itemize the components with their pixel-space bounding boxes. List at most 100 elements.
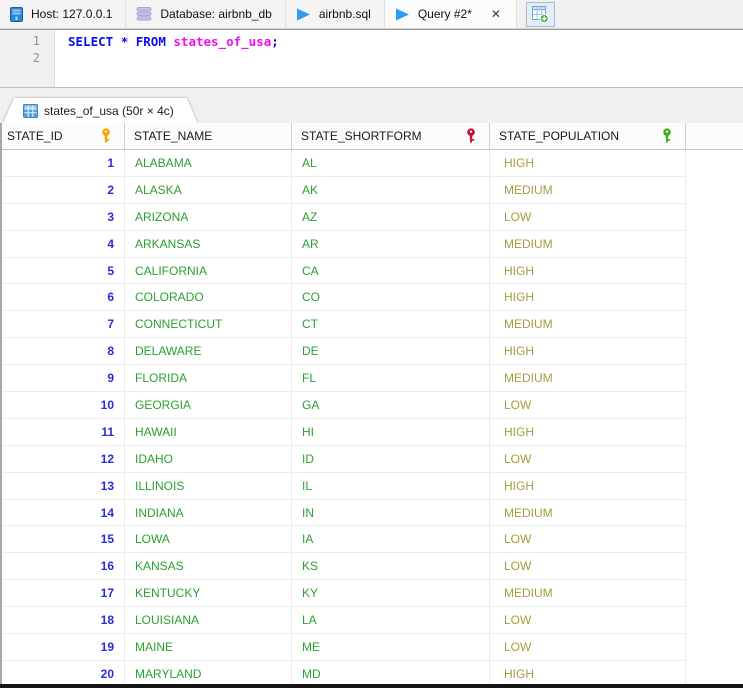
cell-state_name[interactable]: ARIZONA bbox=[125, 203, 292, 231]
cell-state_population[interactable]: LOW bbox=[490, 607, 686, 635]
cell-state_name[interactable]: CONNECTICUT bbox=[125, 311, 292, 339]
cell-state_population[interactable]: HIGH bbox=[490, 257, 686, 285]
cell-state_id[interactable]: 13 bbox=[2, 472, 125, 500]
cell-state_id[interactable]: 4 bbox=[2, 230, 125, 258]
cell-state_population[interactable]: MEDIUM bbox=[490, 365, 686, 393]
cell-state_id[interactable]: 10 bbox=[2, 392, 125, 419]
cell-state_id[interactable]: 18 bbox=[2, 607, 125, 635]
cell-state_population[interactable]: LOW bbox=[490, 203, 686, 231]
tab-query-2[interactable]: Query #2* ✕ bbox=[384, 0, 517, 28]
cell-state_id[interactable]: 11 bbox=[2, 418, 125, 446]
cell-state_name[interactable]: LOWA bbox=[125, 526, 292, 554]
cell-state_shortform[interactable]: ID bbox=[292, 445, 490, 473]
cell-state_shortform[interactable]: KY bbox=[292, 580, 490, 608]
cell-state_name[interactable]: KANSAS bbox=[125, 553, 292, 581]
cell-state_name[interactable]: GEORGIA bbox=[125, 392, 292, 419]
cell-state_shortform[interactable]: CO bbox=[292, 284, 490, 312]
table-row[interactable]: 5 CALIFORNIA CA HIGH bbox=[2, 257, 743, 285]
cell-state_id[interactable]: 9 bbox=[2, 365, 125, 393]
close-icon[interactable]: ✕ bbox=[489, 6, 503, 22]
table-row[interactable]: 12 IDAHO ID LOW bbox=[2, 445, 743, 473]
cell-state_population[interactable]: HIGH bbox=[490, 338, 686, 366]
cell-state_population[interactable]: HIGH bbox=[490, 150, 686, 177]
cell-state_population[interactable]: MEDIUM bbox=[490, 580, 686, 608]
cell-state_population[interactable]: LOW bbox=[490, 392, 686, 419]
table-row[interactable]: 11 HAWAII HI HIGH bbox=[2, 418, 743, 446]
cell-state_name[interactable]: ALABAMA bbox=[125, 150, 292, 177]
cell-state_shortform[interactable]: IL bbox=[292, 472, 490, 500]
table-row[interactable]: 19 MAINE ME LOW bbox=[2, 634, 743, 661]
tab-database[interactable]: Database: airbnb_db bbox=[126, 0, 286, 28]
cell-state_name[interactable]: ALASKA bbox=[125, 176, 292, 204]
cell-state_id[interactable]: 5 bbox=[2, 257, 125, 285]
cell-state_name[interactable]: INDIANA bbox=[125, 499, 292, 527]
cell-state_name[interactable]: COLORADO bbox=[125, 284, 292, 312]
cell-state_name[interactable]: LOUISIANA bbox=[125, 607, 292, 635]
cell-state_shortform[interactable]: DE bbox=[292, 338, 490, 366]
cell-state_shortform[interactable]: AL bbox=[292, 150, 490, 177]
cell-state_population[interactable]: LOW bbox=[490, 553, 686, 581]
new-query-tab-button[interactable] bbox=[525, 2, 555, 27]
table-row[interactable]: 16 KANSAS KS LOW bbox=[2, 553, 743, 581]
cell-state_population[interactable]: MEDIUM bbox=[490, 499, 686, 527]
cell-state_name[interactable]: CALIFORNIA bbox=[125, 257, 292, 285]
table-row[interactable]: 4 ARKANSAS AR MEDIUM bbox=[2, 230, 743, 258]
cell-state_name[interactable]: HAWAII bbox=[125, 418, 292, 446]
table-row[interactable]: 13 ILLINOIS IL HIGH bbox=[2, 472, 743, 500]
column-header-state_name[interactable]: STATE_NAME bbox=[125, 123, 292, 149]
cell-state_shortform[interactable]: AR bbox=[292, 230, 490, 258]
sql-editor[interactable]: 12 SELECT * FROM states_of_usa; bbox=[0, 29, 743, 88]
table-row[interactable]: 1 ALABAMA AL HIGH bbox=[2, 150, 743, 177]
cell-state_shortform[interactable]: KS bbox=[292, 553, 490, 581]
table-row[interactable]: 8 DELAWARE DE HIGH bbox=[2, 338, 743, 366]
sql-code-line[interactable]: SELECT * FROM states_of_usa; bbox=[55, 30, 279, 87]
cell-state_id[interactable]: 12 bbox=[2, 445, 125, 473]
cell-state_id[interactable]: 3 bbox=[2, 203, 125, 231]
table-row[interactable]: 2 ALASKA AK MEDIUM bbox=[2, 176, 743, 204]
tab-host[interactable]: Host: 127.0.0.1 bbox=[0, 0, 127, 28]
cell-state_id[interactable]: 17 bbox=[2, 580, 125, 608]
cell-state_id[interactable]: 8 bbox=[2, 338, 125, 366]
cell-state_id[interactable]: 7 bbox=[2, 311, 125, 339]
cell-state_shortform[interactable]: GA bbox=[292, 392, 490, 419]
cell-state_id[interactable]: 6 bbox=[2, 284, 125, 312]
cell-state_population[interactable]: HIGH bbox=[490, 472, 686, 500]
cell-state_shortform[interactable]: FL bbox=[292, 365, 490, 393]
table-row[interactable]: 9 FLORIDA FL MEDIUM bbox=[2, 365, 743, 393]
cell-state_population[interactable]: HIGH bbox=[490, 418, 686, 446]
cell-state_shortform[interactable]: LA bbox=[292, 607, 490, 635]
cell-state_id[interactable]: 15 bbox=[2, 526, 125, 554]
table-row[interactable]: 6 COLORADO CO HIGH bbox=[2, 284, 743, 312]
cell-state_shortform[interactable]: ME bbox=[292, 634, 490, 661]
editor-results-splitter[interactable] bbox=[0, 88, 743, 98]
cell-state_shortform[interactable]: AZ bbox=[292, 203, 490, 231]
column-header-state_id[interactable]: STATE_ID bbox=[2, 123, 125, 149]
cell-state_name[interactable]: MAINE bbox=[125, 634, 292, 661]
result-tab-states-of-usa[interactable]: states_of_usa (50r × 4c) bbox=[3, 98, 198, 123]
cell-state_shortform[interactable]: HI bbox=[292, 418, 490, 446]
table-row[interactable]: 10 GEORGIA GA LOW bbox=[2, 392, 743, 419]
cell-state_id[interactable]: 16 bbox=[2, 553, 125, 581]
cell-state_shortform[interactable]: AK bbox=[292, 176, 490, 204]
cell-state_id[interactable]: 1 bbox=[2, 150, 125, 177]
cell-state_population[interactable]: MEDIUM bbox=[490, 311, 686, 339]
table-row[interactable]: 15 LOWA IA LOW bbox=[2, 526, 743, 554]
cell-state_shortform[interactable]: CT bbox=[292, 311, 490, 339]
cell-state_name[interactable]: ILLINOIS bbox=[125, 472, 292, 500]
cell-state_population[interactable]: LOW bbox=[490, 634, 686, 661]
cell-state_population[interactable]: LOW bbox=[490, 445, 686, 473]
cell-state_population[interactable]: LOW bbox=[490, 526, 686, 554]
table-row[interactable]: 3 ARIZONA AZ LOW bbox=[2, 203, 743, 231]
cell-state_id[interactable]: 14 bbox=[2, 499, 125, 527]
cell-state_population[interactable]: HIGH bbox=[490, 284, 686, 312]
cell-state_population[interactable]: MEDIUM bbox=[490, 230, 686, 258]
cell-state_shortform[interactable]: CA bbox=[292, 257, 490, 285]
cell-state_id[interactable]: 19 bbox=[2, 634, 125, 661]
cell-state_shortform[interactable]: IN bbox=[292, 499, 490, 527]
cell-state_name[interactable]: IDAHO bbox=[125, 445, 292, 473]
table-row[interactable]: 7 CONNECTICUT CT MEDIUM bbox=[2, 311, 743, 339]
cell-state_population[interactable]: MEDIUM bbox=[490, 176, 686, 204]
column-header-state_population[interactable]: STATE_POPULATION bbox=[490, 123, 686, 149]
table-row[interactable]: 18 LOUISIANA LA LOW bbox=[2, 607, 743, 635]
cell-state_shortform[interactable]: IA bbox=[292, 526, 490, 554]
